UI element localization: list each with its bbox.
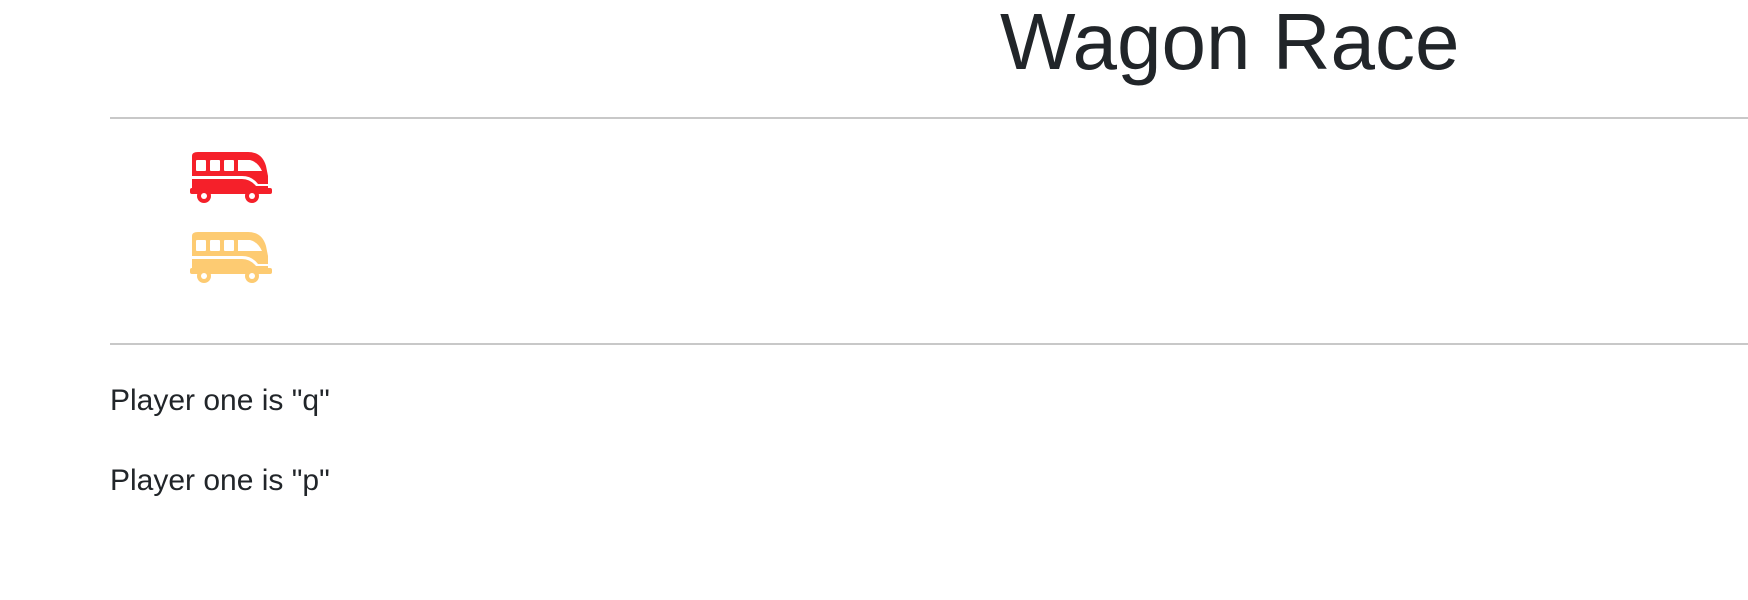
game-page: Wagon Race Player one is "q" Player one …: [0, 0, 1748, 600]
player-two-lane: [190, 230, 272, 284]
player-two-key-text: Player one is "p": [110, 464, 330, 497]
bus-icon: [190, 150, 272, 204]
player-one-key-text: Player one is "q": [110, 384, 330, 417]
bus-icon: [190, 230, 272, 284]
track-bottom-divider: [110, 343, 1748, 345]
page-title: Wagon Race: [1000, 0, 1460, 86]
player-one-lane: [190, 150, 272, 204]
track-top-divider: [110, 117, 1748, 119]
